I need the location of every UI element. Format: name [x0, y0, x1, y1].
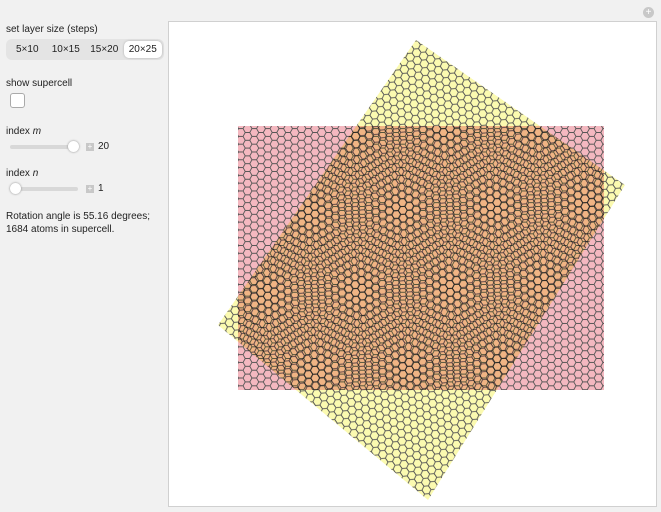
index-m-text: index — [6, 126, 33, 137]
index-n-value: 1 — [98, 183, 104, 194]
index-n-slider-row: + 1 — [10, 182, 166, 194]
index-n-expand-icon[interactable]: + — [86, 184, 94, 193]
index-n-var: n — [32, 168, 39, 179]
layer-size-label: set layer size (steps) — [6, 24, 98, 35]
supercell-label: show supercell — [6, 78, 73, 89]
control-panel: set layer size (steps) 5×10 10×15 15×20 … — [6, 24, 166, 236]
index-m-slider[interactable] — [10, 140, 79, 152]
layer-size-20x25[interactable]: 20×25 — [123, 41, 162, 58]
index-m-expand-icon[interactable]: + — [86, 142, 94, 151]
index-n-knob[interactable] — [10, 182, 21, 194]
layer-size-10x15[interactable]: 10×15 — [47, 41, 86, 58]
index-m-label: index m — [6, 126, 166, 137]
index-m-knob[interactable] — [68, 140, 79, 152]
atom-count-text: 1684 atoms in supercell. — [6, 224, 115, 235]
index-n-slider[interactable] — [10, 182, 78, 194]
layer-size-5x10[interactable]: 5×10 — [8, 41, 47, 58]
layer-size-15x20[interactable]: 15×20 — [85, 41, 124, 58]
index-n-label: index n — [6, 168, 166, 179]
layer-size-selector: 5×10 10×15 15×20 20×25 — [6, 39, 164, 60]
supercell-checkbox[interactable] — [10, 93, 25, 108]
plot-area — [168, 21, 657, 507]
index-m-value: 20 — [98, 141, 110, 152]
index-m-var: m — [32, 126, 42, 137]
result-text: Rotation angle is 55.16 degrees; 1684 at… — [6, 210, 166, 236]
index-n-text: index — [6, 168, 33, 179]
graphene-bilayer-plot — [218, 40, 625, 500]
layer-2-lattice — [218, 40, 625, 500]
index-m-slider-row: + 20 — [10, 140, 166, 152]
add-icon[interactable]: + — [643, 7, 654, 18]
rotation-angle-text: Rotation angle is 55.16 degrees; — [6, 211, 150, 222]
